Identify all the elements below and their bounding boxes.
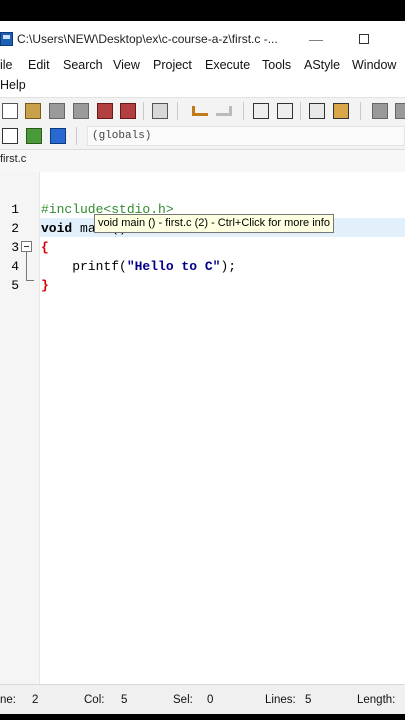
back-icon[interactable] <box>372 103 388 119</box>
status-line-value: 2 <box>32 694 39 706</box>
main-toolbar <box>0 97 405 124</box>
menu-bar: ile Edit Search View Project Execute Too… <box>0 57 405 97</box>
minimize-button[interactable]: — <box>306 29 326 49</box>
status-sel-value: 0 <box>207 694 214 706</box>
code-line-4: printf("Hello to C"); <box>41 259 237 274</box>
undo-icon[interactable] <box>192 106 208 116</box>
code-line-3: { <box>41 240 49 255</box>
code-line-5: } <box>41 278 49 293</box>
scope-toolbar: (globals) <box>0 123 405 150</box>
menu-search[interactable]: Search <box>63 58 103 72</box>
toolbar-separator <box>177 102 178 120</box>
status-length-label: Length: <box>357 694 396 706</box>
new-file-icon[interactable] <box>2 103 18 119</box>
window-title: C:\Users\NEW\Desktop\ex\c-course-a-z\fir… <box>17 32 278 46</box>
editor-tabs: first.c <box>0 150 405 173</box>
code-editor[interactable]: 1 2 3 4 5 #include<stdio.h> void main() … <box>0 172 405 684</box>
class-browser-icon[interactable] <box>2 128 18 144</box>
save-all-icon[interactable] <box>73 103 89 119</box>
scope-dropdown[interactable]: (globals) <box>87 126 405 146</box>
menu-tools[interactable]: Tools <box>262 58 291 72</box>
menu-view[interactable]: View <box>113 58 140 72</box>
status-lines-label: Lines: <box>265 694 296 706</box>
line-number: 5 <box>11 278 19 293</box>
maximize-button[interactable] <box>354 29 374 49</box>
menu-window[interactable]: Window <box>352 58 396 72</box>
menu-execute[interactable]: Execute <box>205 58 250 72</box>
unindent-icon[interactable] <box>333 103 349 119</box>
menu-edit[interactable]: Edit <box>28 58 50 72</box>
menu-project[interactable]: Project <box>153 58 192 72</box>
bookmark-icon[interactable] <box>50 128 66 144</box>
fold-line <box>26 252 27 280</box>
line-number: 2 <box>11 221 19 236</box>
status-bar: ne: 2 Col: 5 Sel: 0 Lines: 5 Length: <box>0 684 405 714</box>
open-file-icon[interactable] <box>25 103 41 119</box>
toolbar-separator <box>300 102 301 120</box>
line-number: 3 <box>11 240 19 255</box>
line-number: 1 <box>11 202 19 217</box>
redo-icon[interactable] <box>216 106 232 116</box>
replace-icon[interactable] <box>277 103 293 119</box>
status-col-label: Col: <box>84 694 105 706</box>
close-all-icon[interactable] <box>120 103 136 119</box>
menu-astyle[interactable]: AStyle <box>304 58 340 72</box>
toolbar-separator <box>360 102 361 120</box>
tab-first-c[interactable]: first.c <box>0 153 26 165</box>
maximize-icon <box>359 34 369 44</box>
indent-icon[interactable] <box>309 103 325 119</box>
fold-toggle-icon[interactable] <box>21 241 32 252</box>
line-number: 4 <box>11 259 19 274</box>
toolbar-separator <box>143 102 144 120</box>
status-lines-value: 5 <box>305 694 312 706</box>
find-icon[interactable] <box>253 103 269 119</box>
menu-file[interactable]: ile <box>0 58 13 72</box>
goto-icon[interactable] <box>26 128 42 144</box>
print-icon[interactable] <box>152 103 168 119</box>
line-number-gutter: 1 2 3 4 5 <box>0 172 40 684</box>
symbol-tooltip: void main () - first.c (2) - Ctrl+Click … <box>94 214 334 233</box>
status-line-label: ne: <box>0 694 16 706</box>
menu-help[interactable]: Help <box>0 78 26 92</box>
toolbar-separator <box>76 127 77 145</box>
forward-icon[interactable] <box>395 103 405 119</box>
title-bar: C:\Users\NEW\Desktop\ex\c-course-a-z\fir… <box>0 21 405 57</box>
status-col-value: 5 <box>121 694 128 706</box>
status-sel-label: Sel: <box>173 694 193 706</box>
app-icon <box>0 32 13 46</box>
fold-end <box>26 280 34 281</box>
devcpp-window: C:\Users\NEW\Desktop\ex\c-course-a-z\fir… <box>0 21 405 714</box>
save-icon[interactable] <box>49 103 65 119</box>
close-file-icon[interactable] <box>97 103 113 119</box>
toolbar-separator <box>243 102 244 120</box>
